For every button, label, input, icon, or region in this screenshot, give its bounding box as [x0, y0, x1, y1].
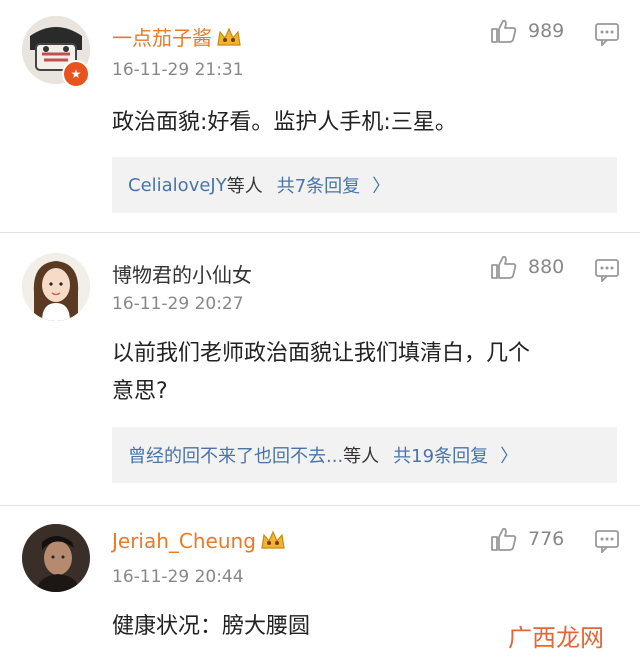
reply-users: 曾经的回不来了也回不去...: [128, 446, 344, 467]
replies-link[interactable]: CelialoveJY 等人 共7条回复 〉: [112, 157, 617, 213]
comment-line: 以前我们老师政治面貌让我们填清白，几个: [112, 341, 531, 366]
username[interactable]: 一点茄子酱: [112, 22, 242, 51]
reply-suffix: 等人: [226, 176, 263, 197]
thumbs-up-icon: [491, 19, 517, 43]
like-count: 989: [528, 20, 565, 42]
comment-line: 政治面貌:好看。监护人手机:三星。: [112, 110, 457, 135]
timestamp: 16-11-29 20:27: [112, 294, 244, 314]
avatar[interactable]: [22, 253, 90, 321]
chevron-right-icon: 〉: [372, 176, 391, 197]
thumbs-up-icon: [491, 527, 517, 551]
crown-vip-icon: [217, 27, 241, 46]
like-button[interactable]: 880: [490, 254, 564, 280]
crown-vip-icon: [261, 530, 285, 549]
replies-link[interactable]: 曾经的回不来了也回不去... 等人 共19条回复 〉: [112, 427, 617, 483]
like-button[interactable]: 989: [490, 18, 564, 44]
watermark: 广西龙网: [508, 624, 604, 652]
reply-count: 共19条回复: [393, 446, 489, 467]
comment-line: 健康状况：膀大腰圆: [112, 614, 311, 639]
chevron-right-icon: 〉: [500, 446, 519, 467]
avatar[interactable]: [22, 524, 90, 592]
timestamp: 16-11-29 21:31: [112, 60, 244, 80]
comment-icon[interactable]: [594, 258, 620, 282]
comment-text: 以前我们老师政治面貌让我们填清白，几个 意思?: [112, 335, 530, 411]
comment-text: 健康状况：膀大腰圆: [112, 608, 310, 646]
like-count: 880: [528, 256, 565, 278]
comment-line: 意思?: [112, 379, 168, 404]
comment-icon[interactable]: [594, 22, 620, 46]
like-button[interactable]: 776: [490, 526, 564, 552]
like-count: 776: [528, 528, 565, 550]
timestamp: 16-11-29 20:44: [112, 567, 244, 587]
comment-icon[interactable]: [594, 529, 620, 553]
comment-text: 政治面貌:好看。监护人手机:三星。: [112, 104, 457, 142]
reply-count: 共7条回复: [276, 176, 361, 197]
reply-suffix: 等人: [343, 446, 380, 467]
vip-badge-icon: ★: [62, 60, 90, 88]
reply-users: CelialoveJY: [128, 174, 227, 196]
username[interactable]: 博物君的小仙女: [112, 259, 252, 288]
thumbs-up-icon: [491, 255, 517, 279]
comment-item: ★ 一点茄子酱 16-11-29 21:31 989 政治面貌:好看。监护人手机…: [0, 0, 640, 230]
comment-item: 博物君的小仙女 16-11-29 20:27 880 以前我们老师政治面貌让我们…: [0, 233, 640, 505]
username[interactable]: Jeriah_Cheung: [112, 529, 286, 553]
